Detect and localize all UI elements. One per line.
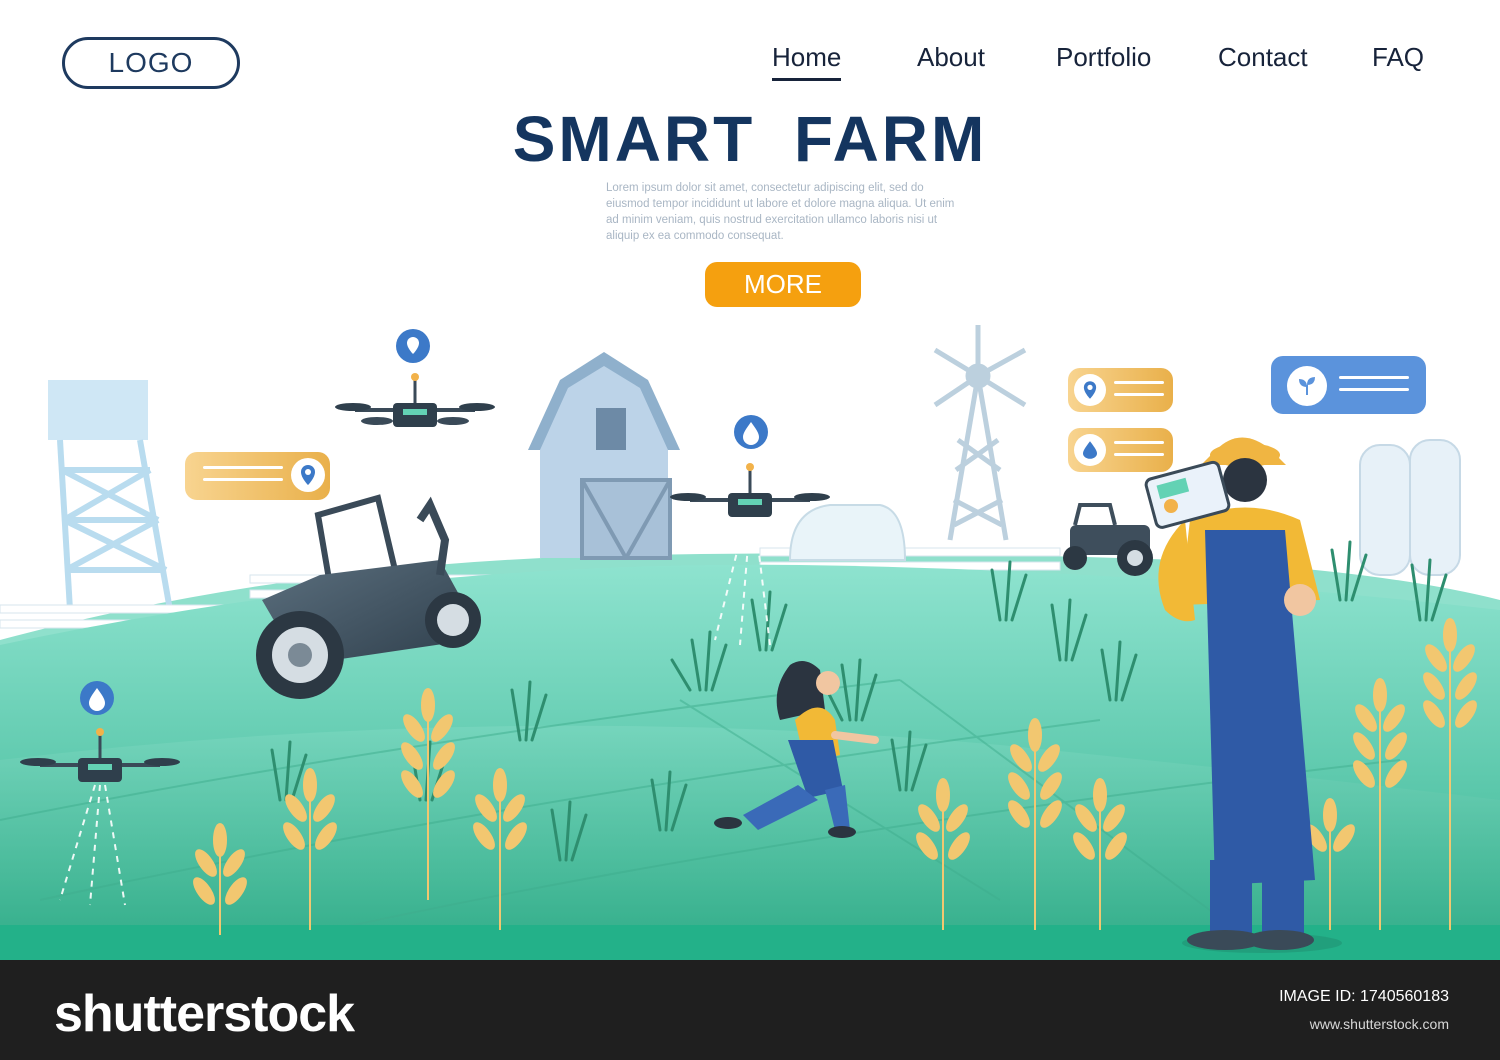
windmill-icon (933, 325, 1027, 541)
water-tower-icon (48, 380, 173, 611)
nav-item-portfolio[interactable]: Portfolio (1056, 42, 1151, 73)
chat-bubble-location (185, 452, 330, 500)
landing-page: LOGO Home About Portfolio Contact FAQ SM… (0, 0, 1500, 960)
more-button[interactable]: MORE (705, 262, 861, 307)
water-drop-icon (1074, 434, 1106, 466)
sprout-icon (1287, 366, 1327, 406)
chat-bubble-water (1068, 428, 1173, 472)
footer-bar: shutterstock IMAGE ID: 1740560183 www.sh… (0, 960, 1500, 1060)
image-id: IMAGE ID: 1740560183 (1279, 988, 1449, 1005)
hero-description: Lorem ipsum dolor sit amet, consectetur … (606, 182, 955, 242)
page-title: SMART FARM (512, 103, 988, 175)
location-pin-icon (396, 329, 430, 363)
footer-url[interactable]: www.shutterstock.com (1310, 1016, 1449, 1032)
chat-bubble-plant (1271, 356, 1426, 414)
location-pin-icon (291, 458, 325, 492)
main-nav: Home About Portfolio Contact FAQ (0, 42, 1500, 82)
silo-icon (1359, 439, 1461, 576)
chat-bubble-location-2 (1068, 368, 1173, 412)
nav-item-contact[interactable]: Contact (1218, 42, 1308, 73)
barn-icon (528, 352, 680, 560)
nav-item-home[interactable]: Home (772, 42, 842, 81)
nav-item-about[interactable]: About (917, 42, 985, 73)
nav-item-faq[interactable]: FAQ (1372, 42, 1424, 73)
location-pin-icon (1074, 374, 1106, 406)
footer-brand: shutterstock (54, 985, 355, 1043)
